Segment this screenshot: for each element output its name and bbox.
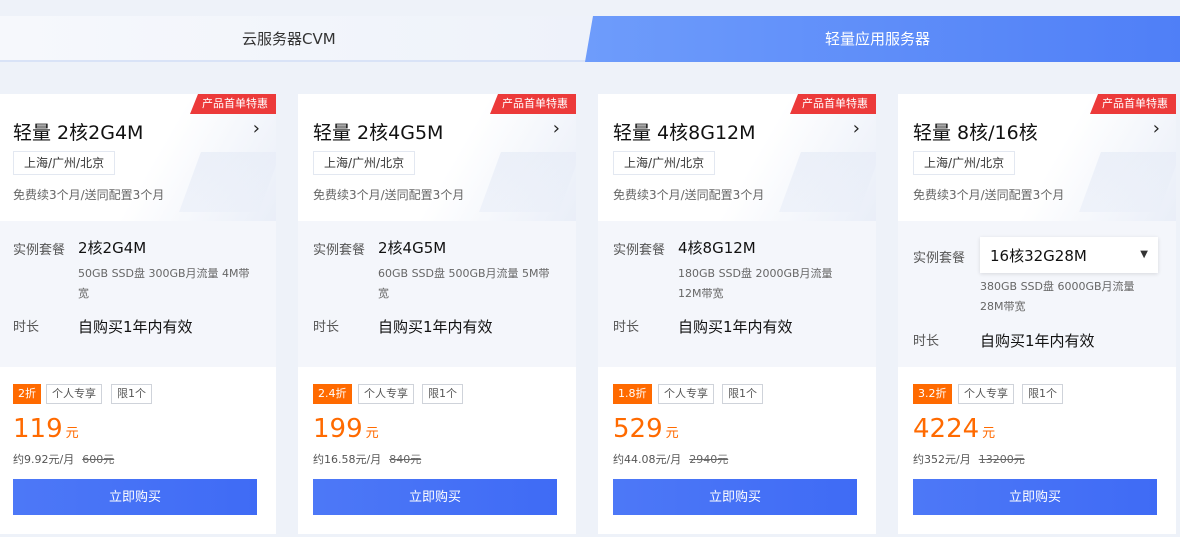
region-tag: 上海/广州/北京 bbox=[913, 151, 1016, 175]
monthly-price: 约44.08元/月 bbox=[613, 453, 682, 466]
promo-text: 免费续3个月/送同配置3个月 bbox=[313, 188, 465, 202]
card-title[interactable]: 轻量 4核8G12M bbox=[613, 118, 756, 145]
region-tag: 上海/广州/北京 bbox=[313, 151, 416, 175]
region-tag: 上海/广州/北京 bbox=[13, 151, 116, 175]
discount-tag: 2折 bbox=[13, 384, 41, 404]
discount-tag: 2.4折 bbox=[313, 384, 352, 404]
monthly-price: 约352元/月 bbox=[913, 453, 971, 466]
chevron-right-icon[interactable]: › bbox=[553, 118, 560, 139]
buy-button[interactable]: 立即购买 bbox=[313, 479, 557, 515]
spec-label: 实例套餐 bbox=[13, 243, 66, 258]
duration-value: 自购买1年内有效 bbox=[378, 318, 493, 336]
spec-desc: 380GB SSD盘 6000GB月流量 28M带宽 bbox=[980, 280, 1135, 313]
promo-text: 免费续3个月/送同配置3个月 bbox=[913, 188, 1065, 202]
price-value: 199 bbox=[313, 414, 363, 444]
spec-label: 实例套餐 bbox=[313, 243, 366, 258]
discount-tag: 3.2折 bbox=[913, 384, 952, 404]
personal-tag: 个人专享 bbox=[358, 384, 414, 404]
product-card-2: 产品首单特惠 轻量 2核4G5M › 上海/广州/北京 免费续3个月/送同配置3… bbox=[298, 94, 576, 534]
duration-value: 自购买1年内有效 bbox=[980, 332, 1095, 350]
spec-value: 4核8G12M bbox=[678, 239, 756, 257]
spec-label: 实例套餐 bbox=[913, 251, 966, 266]
promo-text: 免费续3个月/送同配置3个月 bbox=[613, 188, 765, 202]
original-price: 600元 bbox=[82, 453, 115, 466]
first-order-badge: 产品首单特惠 bbox=[1090, 94, 1176, 114]
limit-tag: 限1个 bbox=[1022, 384, 1063, 404]
first-order-badge: 产品首单特惠 bbox=[190, 94, 276, 114]
caret-down-icon[interactable]: ▼ bbox=[1140, 249, 1148, 260]
spec-desc: 50GB SSD盘 300GB月流量 4M带宽 bbox=[78, 267, 250, 300]
original-price: 2940元 bbox=[689, 453, 729, 466]
limit-tag: 限1个 bbox=[422, 384, 463, 404]
spec-desc: 60GB SSD盘 500GB月流量 5M带宽 bbox=[378, 267, 550, 300]
limit-tag: 限1个 bbox=[722, 384, 763, 404]
personal-tag: 个人专享 bbox=[46, 384, 102, 404]
product-card-3: 产品首单特惠 轻量 4核8G12M › 上海/广州/北京 免费续3个月/送同配置… bbox=[598, 94, 876, 534]
spec-value: 2核4G5M bbox=[378, 239, 447, 257]
spec-select[interactable]: 16核32G28M ▼ bbox=[980, 237, 1158, 273]
buy-button[interactable]: 立即购买 bbox=[613, 479, 857, 515]
original-price: 840元 bbox=[389, 453, 422, 466]
chevron-right-icon[interactable]: › bbox=[1153, 118, 1160, 139]
price-per-month: 约352元/月 13200元 bbox=[913, 451, 1025, 467]
product-tabs: 云服务器CVM 轻量应用服务器 bbox=[0, 0, 1180, 64]
card-title[interactable]: 轻量 8核/16核 bbox=[913, 118, 1038, 145]
first-order-badge: 产品首单特惠 bbox=[490, 94, 576, 114]
price: 119 元 bbox=[13, 414, 79, 444]
personal-tag: 个人专享 bbox=[958, 384, 1014, 404]
monthly-price: 约9.92元/月 bbox=[13, 453, 75, 466]
price-value: 119 bbox=[13, 414, 63, 444]
price-unit: 元 bbox=[365, 426, 379, 441]
tab-lighthouse-label[interactable]: 轻量应用服务器 bbox=[825, 16, 930, 62]
limit-tag: 限1个 bbox=[111, 384, 152, 404]
original-price: 13200元 bbox=[978, 453, 1025, 466]
price-per-month: 约44.08元/月 2940元 bbox=[613, 451, 728, 467]
card-title[interactable]: 轻量 2核2G4M bbox=[13, 118, 143, 145]
spec-select-value[interactable]: 16核32G28M bbox=[990, 245, 1087, 266]
price-per-month: 约16.58元/月 840元 bbox=[313, 451, 421, 467]
price-per-month: 约9.92元/月 600元 bbox=[13, 451, 114, 467]
duration-value: 自购买1年内有效 bbox=[678, 318, 793, 336]
product-card-4: 产品首单特惠 轻量 8核/16核 › 上海/广州/北京 免费续3个月/送同配置3… bbox=[898, 94, 1176, 534]
duration-label: 时长 bbox=[13, 320, 40, 335]
price-value: 4224 bbox=[913, 414, 980, 444]
duration-value: 自购买1年内有效 bbox=[78, 318, 193, 336]
chevron-right-icon[interactable]: › bbox=[253, 118, 260, 139]
price-unit: 元 bbox=[982, 426, 996, 441]
price: 199 元 bbox=[313, 414, 379, 444]
duration-label: 时长 bbox=[913, 334, 940, 349]
personal-tag: 个人专享 bbox=[658, 384, 714, 404]
duration-label: 时长 bbox=[313, 320, 340, 335]
product-card-1: 产品首单特惠 轻量 2核2G4M › 上海/广州/北京 免费续3个月/送同配置3… bbox=[0, 94, 276, 534]
tab-cvm-label[interactable]: 云服务器CVM bbox=[242, 16, 336, 62]
chevron-right-icon[interactable]: › bbox=[853, 118, 860, 139]
monthly-price: 约16.58元/月 bbox=[313, 453, 382, 466]
buy-button[interactable]: 立即购买 bbox=[913, 479, 1157, 515]
promo-text: 免费续3个月/送同配置3个月 bbox=[13, 188, 165, 202]
buy-button[interactable]: 立即购买 bbox=[13, 479, 257, 515]
first-order-badge: 产品首单特惠 bbox=[790, 94, 876, 114]
spec-label: 实例套餐 bbox=[613, 243, 666, 258]
discount-tag: 1.8折 bbox=[613, 384, 652, 404]
price: 529 元 bbox=[613, 414, 679, 444]
region-tag: 上海/广州/北京 bbox=[613, 151, 716, 175]
card-title[interactable]: 轻量 2核4G5M bbox=[313, 118, 443, 145]
price-value: 529 bbox=[613, 414, 663, 444]
price-unit: 元 bbox=[65, 426, 79, 441]
duration-label: 时长 bbox=[613, 320, 640, 335]
price-unit: 元 bbox=[665, 426, 679, 441]
spec-desc: 180GB SSD盘 2000GB月流量 12M带宽 bbox=[678, 267, 833, 300]
spec-value: 2核2G4M bbox=[78, 239, 147, 257]
price: 4224 元 bbox=[913, 414, 995, 444]
